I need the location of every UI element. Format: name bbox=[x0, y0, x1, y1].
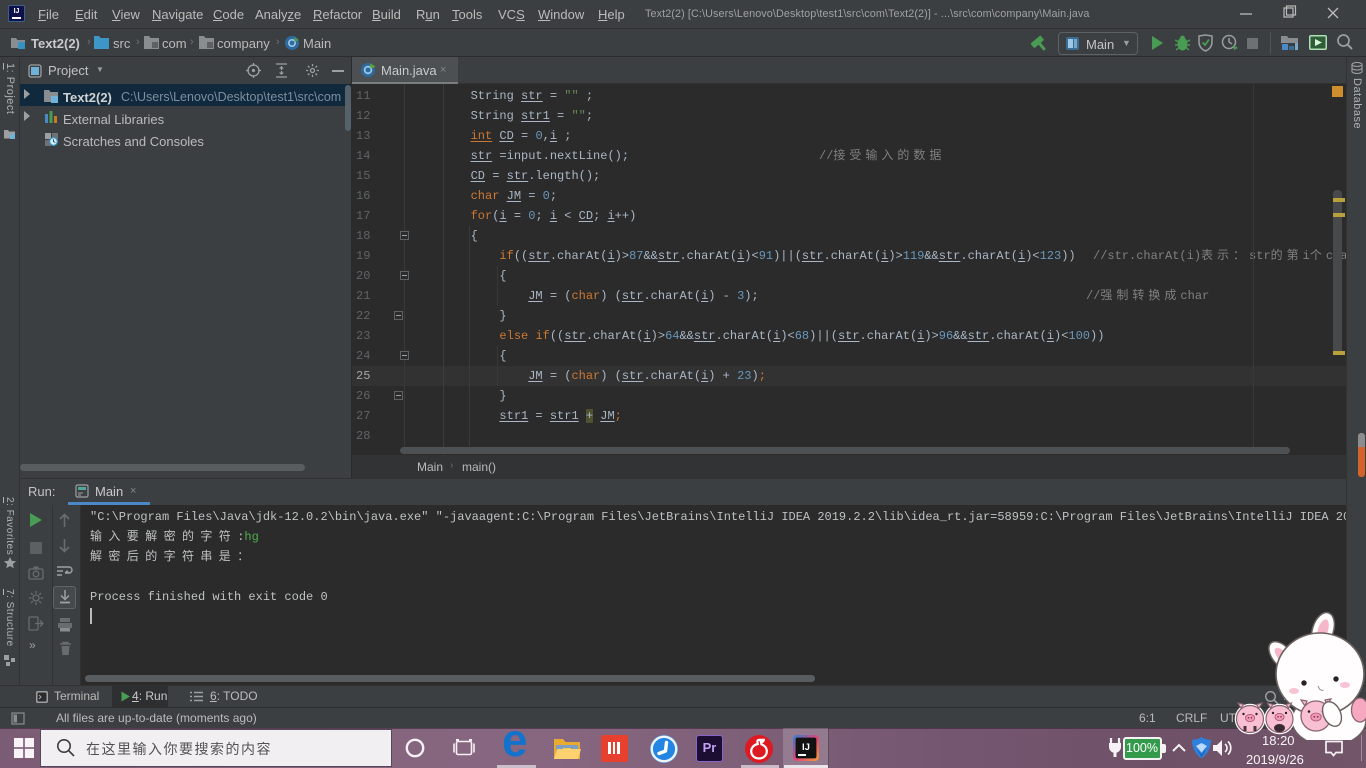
svg-text:IJ: IJ bbox=[802, 742, 810, 753]
